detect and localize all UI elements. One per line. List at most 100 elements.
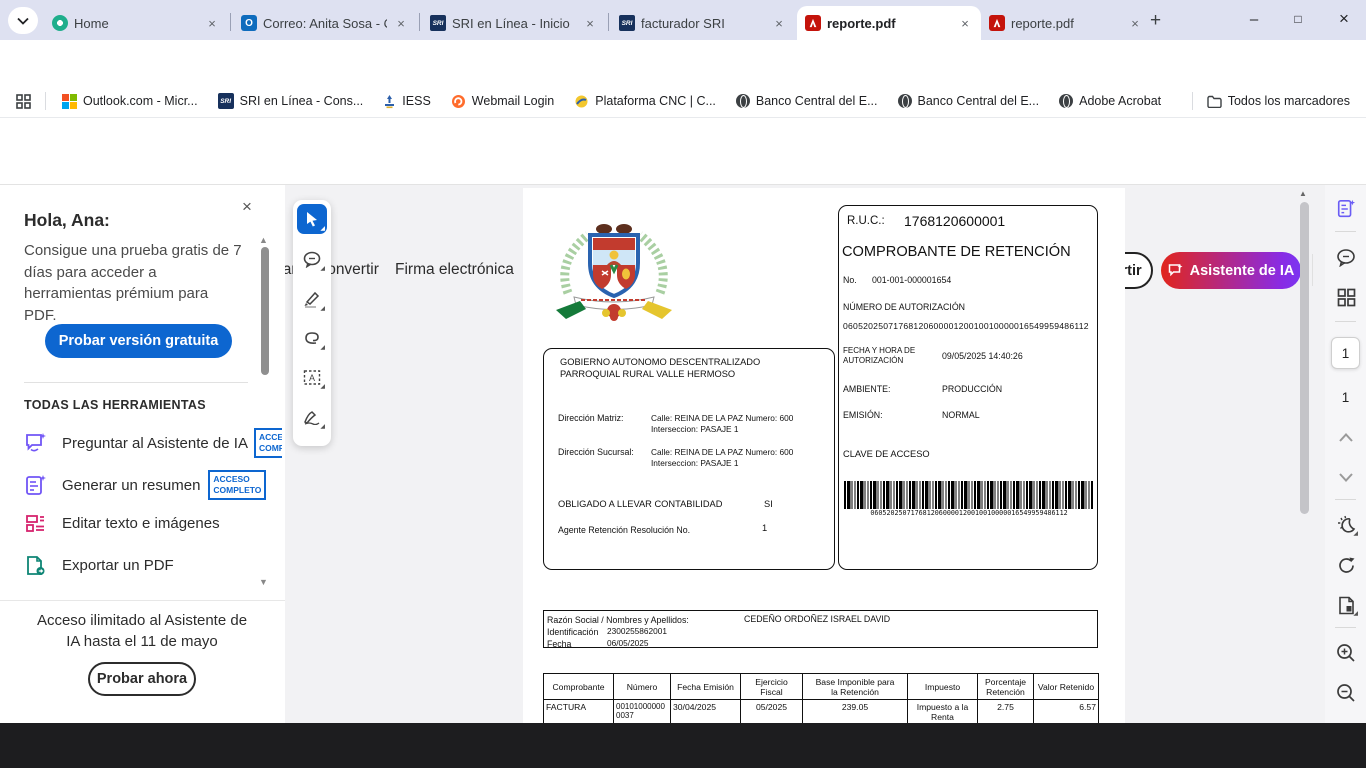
cursor-icon (305, 211, 319, 227)
ai-assistant-button[interactable]: Asistente de IA (1161, 252, 1301, 289)
rail-ai-summary-button[interactable] (1334, 197, 1358, 221)
highlighter-icon (303, 291, 321, 308)
window-minimize-button[interactable]: – (1232, 0, 1276, 38)
divider (1335, 321, 1356, 322)
menu-esign[interactable]: Firma electrónica (395, 261, 514, 279)
tab-close-icon[interactable]: × (771, 16, 787, 31)
rail-thumbnails-button[interactable] (1334, 285, 1358, 309)
bookmark-outlook[interactable]: Outlook.com - Micr... (62, 94, 198, 109)
pdf-page[interactable]: GOBIERNO AUTONOMO DESCENTRALIZADO PARROQ… (523, 188, 1125, 748)
divider (1335, 499, 1356, 500)
tab-separator (230, 13, 231, 31)
free-trial-button[interactable]: Probar versión gratuita (45, 324, 232, 358)
panel-close-icon[interactable]: × (242, 197, 252, 217)
apps-grid-icon[interactable] (16, 94, 31, 109)
id-value: 2300255862001 (607, 626, 667, 636)
tool-export-pdf[interactable]: Exportar un PDF (24, 554, 174, 577)
summary-icon (24, 474, 48, 497)
window-close-button[interactable]: × (1322, 0, 1366, 38)
tool-edit-text[interactable]: Editar texto e imágenes (24, 512, 220, 535)
ambiente-value: PRODUCCIÓN (942, 384, 1002, 394)
sign-tool-button[interactable]: ◢ (297, 402, 327, 432)
access-badge: ACCESO COMPLETO (208, 470, 266, 500)
divider (1192, 92, 1193, 110)
rail-zoom-out-button[interactable] (1334, 681, 1358, 705)
select-tool-button[interactable]: ◢ (297, 204, 327, 234)
contabilidad-label: OBLIGADO A LLEVAR CONTABILIDAD (558, 499, 722, 509)
rail-page-view-button[interactable]: ◢ (1334, 593, 1358, 617)
all-bookmarks-button[interactable]: Todos los marcadores (1207, 94, 1350, 108)
tab-close-icon[interactable]: × (393, 16, 409, 31)
divider (1312, 254, 1313, 286)
text-box-icon: A (303, 369, 321, 386)
tab-close-icon[interactable]: × (582, 16, 598, 31)
pdf-favicon-icon (989, 15, 1005, 31)
rail-prev-page-button[interactable] (1334, 425, 1358, 449)
dir-sucursal-value: Calle: REINA DE LA PAZ Numero: 600 Inter… (651, 447, 819, 468)
razon-value: CEDEÑO ORDOÑEZ ISRAEL DAVID (744, 614, 890, 624)
bookmark-adobe[interactable]: Adobe Acrobat (1059, 94, 1161, 108)
tab-correo[interactable]: O Correo: Anita Sosa - O × (233, 6, 417, 40)
highlight-tool-button[interactable]: ◢ (297, 284, 327, 314)
acrobat-toolbar: Todas las herramientas Editar Convertir … (0, 118, 1366, 185)
scroll-up-icon[interactable]: ▲ (259, 235, 268, 245)
sri-letters: SRI (433, 20, 444, 27)
tab-reporte-pdf-2[interactable]: reporte.pdf × (981, 6, 1151, 40)
rail-comments-button[interactable] (1334, 245, 1358, 269)
pdf-scroll-up-icon[interactable]: ▲ (1299, 189, 1307, 198)
text-select-tool-button[interactable]: A ◢ (297, 362, 327, 392)
tab-sri-en-linea[interactable]: SRI SRI en Línea - Inicio × (422, 6, 606, 40)
rail-theme-button[interactable]: ◢ (1334, 513, 1358, 537)
tab-close-icon[interactable]: × (957, 16, 973, 31)
draw-tool-button[interactable]: ◢ (297, 323, 327, 353)
tab-close-icon[interactable]: × (1127, 16, 1143, 31)
bookmark-cnc[interactable]: Plataforma CNC | C... (574, 94, 716, 109)
bookmark-label: Plataforma CNC | C... (595, 94, 716, 108)
screen: Home × O Correo: Anita Sosa - O × SRI SR… (0, 0, 1366, 768)
bookmark-bce-1[interactable]: Banco Central del E... (736, 94, 878, 108)
subject-box: Razón Social / Nombres y Apellidos: CEDE… (543, 610, 1098, 648)
bookmark-bce-2[interactable]: Banco Central del E... (898, 94, 1040, 108)
tab-title: reporte.pdf (827, 16, 951, 31)
window-maximize-button[interactable]: □ (1276, 0, 1320, 38)
tool-label: Editar texto e imágenes (62, 515, 220, 532)
tool-label: Exportar un PDF (62, 557, 174, 574)
tab-facturador-sri[interactable]: SRI facturador SRI × (611, 6, 795, 40)
bookmark-webmail[interactable]: Webmail Login (451, 94, 554, 109)
tab-close-icon[interactable]: × (204, 16, 220, 31)
cell-fecha-emision: 30/04/2025 (671, 700, 741, 725)
microsoft-icon (62, 94, 77, 109)
tool-ask-ai[interactable]: Preguntar al Asistente de IA ACCESO COMP… (24, 428, 282, 458)
new-tab-button[interactable]: + (1150, 10, 1161, 32)
col-header: Impuesto (908, 674, 978, 700)
panel-scrollbar-thumb[interactable] (261, 247, 269, 375)
bookmark-label: SRI en Línea - Cons... (240, 94, 364, 108)
try-now-button[interactable]: Probar ahora (88, 662, 196, 696)
current-page-box[interactable]: 1 (1331, 337, 1360, 369)
dir-matriz-label: Dirección Matriz: (558, 413, 624, 423)
dropdown-corner-icon: ◢ (320, 344, 325, 351)
cell-valor-retenido: 6.57 (1034, 700, 1099, 725)
tab-home[interactable]: Home × (44, 6, 228, 40)
rail-zoom-in-button[interactable] (1334, 641, 1358, 665)
total-pages-label: 1 (1325, 390, 1366, 405)
coat-of-arms-image (548, 213, 680, 325)
sri-icon: SRI (218, 93, 234, 109)
signature-pen-icon (303, 409, 321, 425)
bookmarks-bar: Outlook.com - Micr... SRI SRI en Línea -… (0, 85, 1366, 118)
tab-search-button[interactable] (8, 7, 38, 34)
tab-reporte-pdf-active[interactable]: reporte.pdf × (797, 6, 981, 40)
tab-title: SRI en Línea - Inicio (452, 16, 576, 31)
access-badge: ACCESO COMPLETO (254, 428, 282, 458)
comment-tool-button[interactable]: ◢ (297, 244, 327, 274)
bookmark-sri[interactable]: SRI SRI en Línea - Cons... (218, 93, 364, 109)
pdf-scrollbar-thumb[interactable] (1300, 202, 1309, 514)
tool-summary[interactable]: Generar un resumen ACCESO COMPLETO (24, 470, 266, 500)
bookmark-iess[interactable]: IESS (383, 94, 431, 109)
scroll-down-icon[interactable]: ▼ (259, 577, 268, 587)
export-pdf-icon (24, 554, 48, 577)
rail-rotate-button[interactable] (1334, 553, 1358, 577)
rail-next-page-button[interactable] (1334, 465, 1358, 489)
cell-base-imponible: 239.05 (803, 700, 908, 725)
no-value: 001-001-000001654 (872, 275, 951, 285)
